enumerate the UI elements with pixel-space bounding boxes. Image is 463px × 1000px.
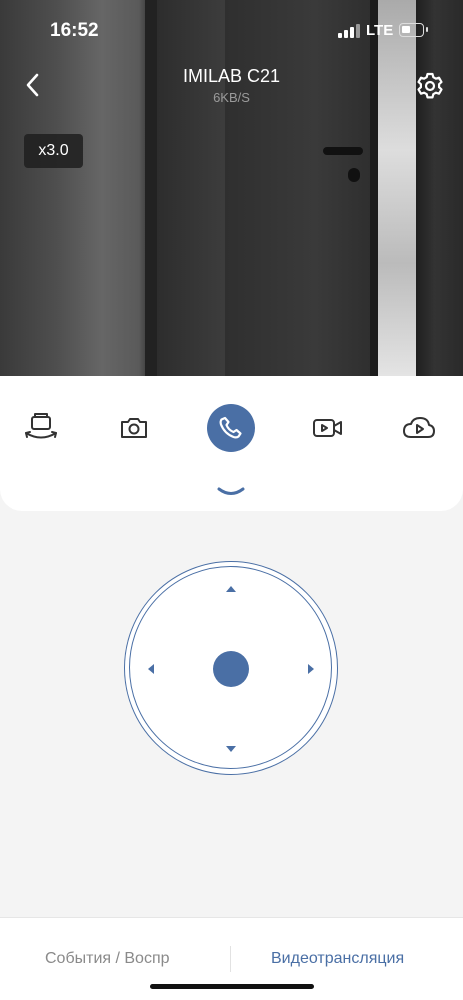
home-indicator — [150, 984, 314, 989]
video-camera-icon — [313, 419, 342, 437]
feed-door-handle — [323, 147, 363, 155]
gear-icon — [417, 72, 443, 99]
chevron-down-icon — [217, 487, 245, 495]
settings-button[interactable] — [414, 70, 446, 102]
zoom-level-badge: x3.0 — [24, 134, 83, 168]
tab-live-stream[interactable]: Видеотрансляция — [271, 950, 404, 968]
feed-door-lock — [348, 168, 360, 182]
pan-down-icon[interactable] — [224, 742, 238, 756]
tab-events-playback[interactable]: События / Воспр — [45, 950, 170, 968]
ptz-calibrate-button[interactable] — [17, 404, 65, 452]
collapse-toolbar-button[interactable] — [214, 484, 248, 502]
cloud-playback-button[interactable] — [395, 404, 443, 452]
record-button[interactable] — [304, 404, 352, 452]
joystick-center-knob[interactable] — [213, 651, 249, 687]
status-bar: 16:52 LTE — [0, 0, 463, 60]
call-button[interactable] — [207, 404, 255, 452]
camera-title: IMILAB C21 — [182, 66, 281, 86]
battery-tip — [426, 27, 428, 32]
snapshot-button[interactable] — [110, 404, 158, 452]
camera-icon — [121, 418, 147, 438]
battery-icon — [399, 23, 424, 37]
control-toolbar — [0, 376, 463, 511]
pan-up-icon[interactable] — [224, 582, 238, 596]
phone-icon — [219, 416, 242, 439]
pan-left-icon[interactable] — [144, 662, 158, 676]
stream-speed: 6KB/S — [213, 90, 250, 105]
status-time: 16:52 — [50, 20, 99, 41]
camera-rotate-icon — [25, 413, 57, 439]
signal-icon — [338, 24, 360, 38]
tab-divider — [230, 946, 231, 972]
cloud-play-icon — [403, 417, 435, 438]
network-type: LTE — [366, 22, 394, 39]
pan-right-icon[interactable] — [304, 662, 318, 676]
